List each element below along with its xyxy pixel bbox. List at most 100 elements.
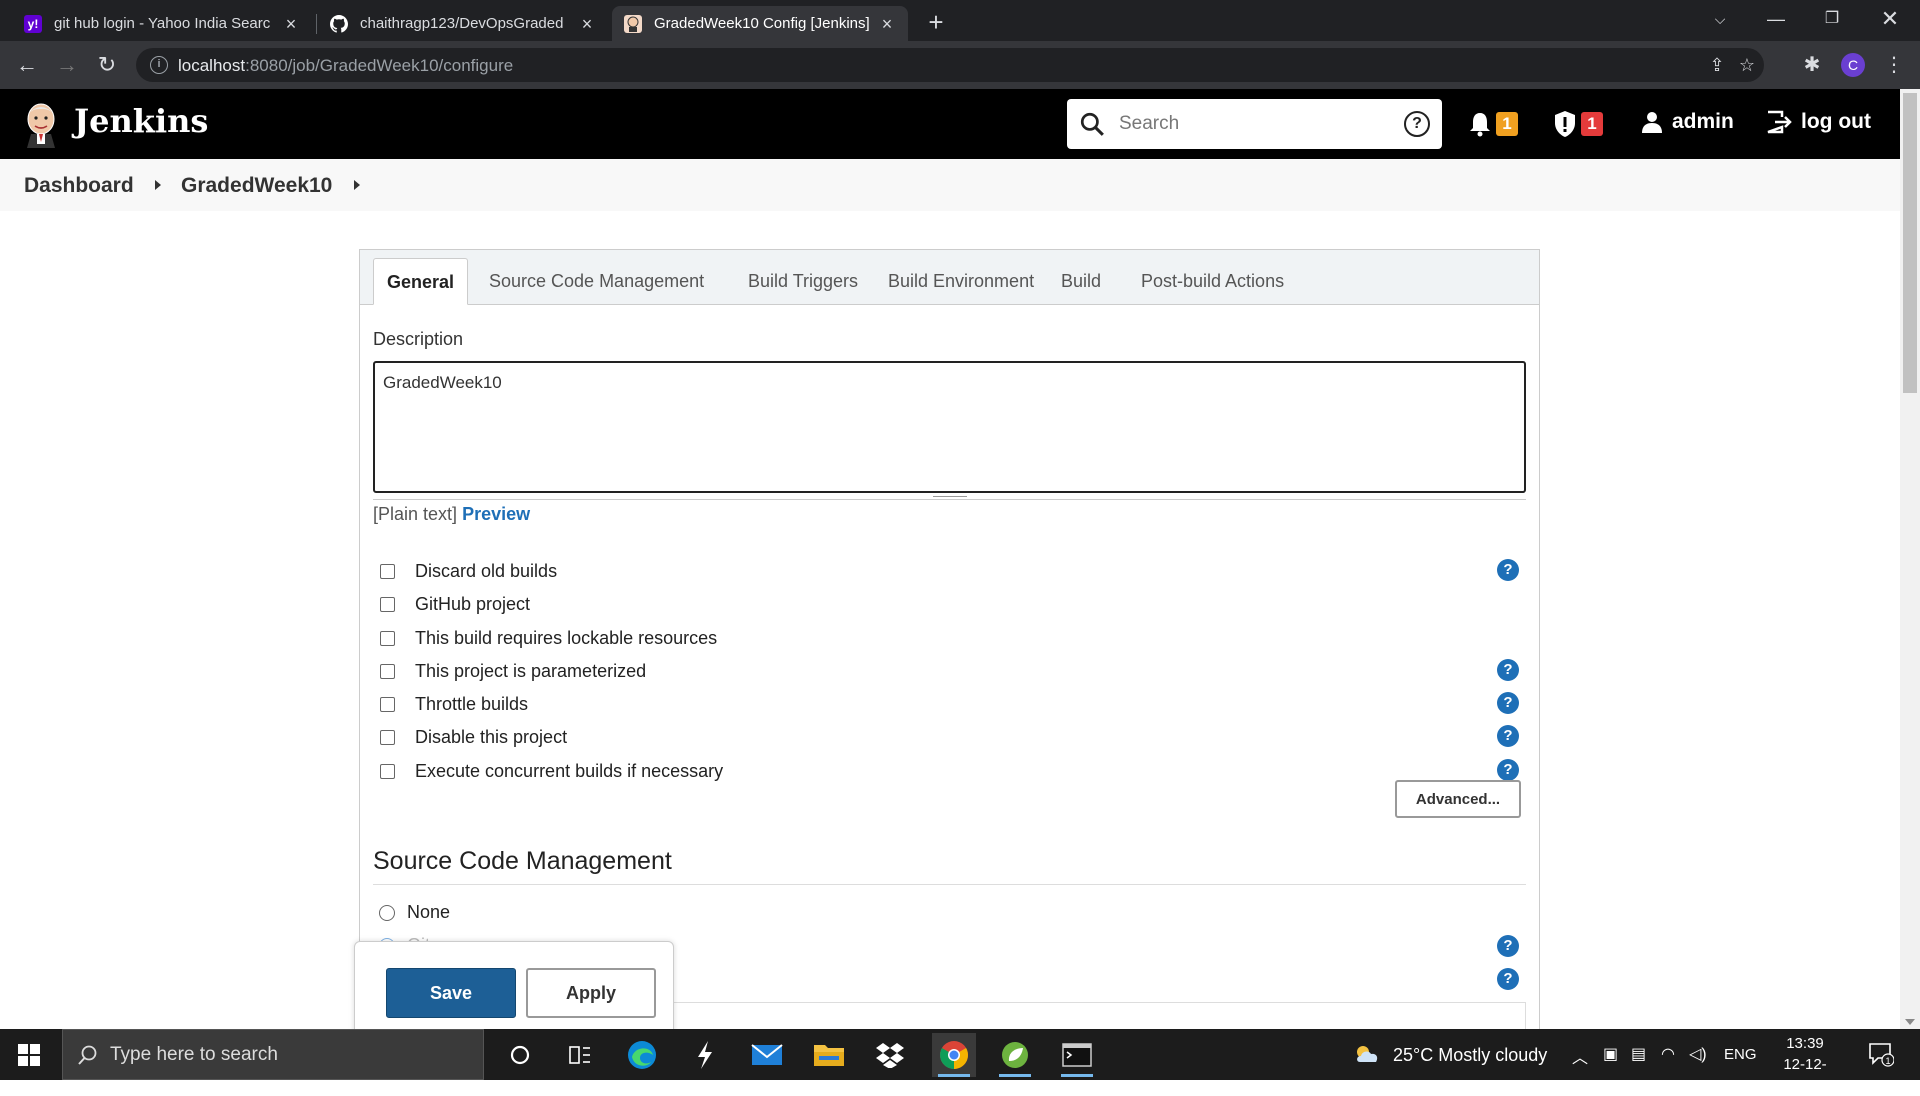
option-parameterized[interactable]: This project is parameterized: [380, 659, 646, 683]
back-arrow-icon[interactable]: ←: [13, 51, 41, 79]
option-concurrent-builds[interactable]: Execute concurrent builds if necessary: [380, 759, 723, 783]
tab-general[interactable]: General: [373, 258, 469, 305]
browser-tab-yahoo[interactable]: y! git hub login - Yahoo India Searc ×: [12, 6, 312, 41]
windows-start-icon[interactable]: [18, 1044, 40, 1066]
forward-arrow-icon[interactable]: →: [53, 51, 81, 79]
checkbox[interactable]: [380, 563, 395, 579]
jenkins-search-input[interactable]: [1119, 111, 1389, 137]
scrollbar-thumb[interactable]: [1903, 93, 1917, 393]
address-bar[interactable]: i localhost:8080/job/GradedWeek10/config…: [136, 48, 1764, 82]
help-question-icon[interactable]: ?: [1497, 759, 1519, 781]
restore-icon[interactable]: ❐: [1804, 0, 1860, 41]
option-throttle-builds[interactable]: Throttle builds: [380, 692, 528, 716]
apply-button[interactable]: Apply: [526, 968, 656, 1018]
checkbox[interactable]: [380, 763, 395, 779]
volume-icon[interactable]: ◁): [1689, 1044, 1707, 1064]
taskbar-clock[interactable]: 13:39 12-12-2021: [1770, 1033, 1840, 1096]
breadcrumb-dashboard[interactable]: Dashboard: [24, 174, 134, 198]
help-question-icon[interactable]: ?: [1497, 659, 1519, 681]
option-disable-project[interactable]: Disable this project: [380, 725, 567, 749]
user-menu[interactable]: admin: [1640, 110, 1734, 134]
weather-text: 25°C Mostly cloudy: [1393, 1045, 1548, 1065]
option-lockable-resources[interactable]: This build requires lockable resources: [380, 626, 717, 650]
meet-now-icon[interactable]: ▣: [1603, 1044, 1618, 1064]
share-icon[interactable]: ⇪: [1706, 54, 1728, 76]
browser-tab-jenkins[interactable]: GradedWeek10 Config [Jenkins] ×: [612, 6, 908, 41]
bookmark-star-icon[interactable]: ☆: [1736, 54, 1758, 76]
network-adapter-icon[interactable]: ▤: [1631, 1044, 1646, 1064]
tab-build[interactable]: Build: [1048, 258, 1114, 305]
checkbox[interactable]: [380, 663, 395, 679]
svg-text:1: 1: [1885, 1056, 1890, 1066]
tab-title: git hub login - Yahoo India Searc: [54, 15, 271, 32]
mail-icon[interactable]: [745, 1033, 789, 1077]
profile-avatar[interactable]: C: [1841, 53, 1865, 77]
site-info-icon[interactable]: i: [150, 56, 168, 74]
terminal-icon[interactable]: [1055, 1033, 1099, 1077]
wifi-icon[interactable]: ◠: [1661, 1044, 1675, 1064]
action-center-icon[interactable]: 1: [1868, 1041, 1895, 1072]
tab-search-chevron-icon[interactable]: ⌵: [1692, 0, 1748, 41]
option-label: Execute concurrent builds if necessary: [415, 760, 724, 781]
breadcrumb-job[interactable]: GradedWeek10: [181, 174, 332, 198]
language-indicator[interactable]: ENG: [1724, 1046, 1757, 1063]
reload-icon[interactable]: ↻: [93, 51, 121, 79]
minimize-icon[interactable]: —: [1748, 0, 1804, 41]
extensions-puzzle-icon[interactable]: ✱: [1798, 51, 1826, 79]
notifications-button[interactable]: 1: [1468, 109, 1518, 139]
new-tab-plus-icon[interactable]: +: [922, 9, 950, 37]
chrome-icon[interactable]: [932, 1033, 976, 1077]
weather-widget[interactable]: 25°C Mostly cloudy: [1354, 1044, 1547, 1066]
jenkins-title[interactable]: Jenkins: [74, 102, 208, 140]
close-icon[interactable]: ×: [282, 15, 300, 33]
file-explorer-icon[interactable]: [807, 1033, 851, 1077]
scroll-down-arrow-icon[interactable]: [1905, 1019, 1915, 1025]
checkbox[interactable]: [380, 696, 395, 712]
chrome-menu-icon[interactable]: ⋮: [1880, 51, 1908, 79]
scm-option-none[interactable]: None: [379, 902, 450, 923]
close-icon[interactable]: ×: [578, 15, 596, 33]
option-github-project[interactable]: GitHub project: [380, 592, 530, 616]
tab-title: GradedWeek10 Config [Jenkins]: [654, 15, 870, 32]
option-label: GitHub project: [415, 593, 531, 614]
cortana-icon[interactable]: [498, 1033, 542, 1077]
task-view-icon[interactable]: [558, 1033, 602, 1077]
tab-build-triggers[interactable]: Build Triggers: [735, 258, 871, 305]
breadcrumb-chevron-icon[interactable]: [354, 180, 360, 190]
notifications-badge: 1: [1496, 112, 1518, 136]
checkbox[interactable]: [380, 596, 395, 612]
checkbox[interactable]: [380, 729, 395, 745]
help-question-icon[interactable]: ?: [1497, 935, 1519, 957]
tray-overflow-chevron-icon[interactable]: ︿: [1572, 1044, 1588, 1068]
url-path: :8080/job/GradedWeek10/configure: [245, 56, 514, 75]
jenkins-header: Jenkins ? 1 1 admin log out: [0, 89, 1900, 159]
advanced-button[interactable]: Advanced...: [1395, 780, 1521, 818]
save-button[interactable]: Save: [386, 968, 516, 1018]
spring-tool-suite-icon[interactable]: [993, 1033, 1037, 1077]
radio-button[interactable]: [379, 904, 395, 921]
sourcetree-icon[interactable]: [683, 1033, 727, 1077]
logout-link[interactable]: log out: [1765, 110, 1871, 134]
edge-browser-icon[interactable]: [620, 1033, 664, 1077]
tab-source-code-management[interactable]: Source Code Management: [476, 258, 717, 305]
breadcrumb-chevron-icon[interactable]: [155, 180, 161, 190]
help-question-icon[interactable]: ?: [1497, 725, 1519, 747]
help-question-icon[interactable]: ?: [1497, 968, 1519, 990]
dropbox-icon[interactable]: [868, 1033, 912, 1077]
jenkins-logo-icon[interactable]: [22, 100, 60, 148]
window-close-icon[interactable]: ✕: [1862, 0, 1918, 41]
checkbox[interactable]: [380, 630, 395, 646]
help-question-icon[interactable]: ?: [1497, 559, 1519, 581]
tab-build-environment[interactable]: Build Environment: [875, 258, 1047, 305]
help-circle-icon[interactable]: ?: [1404, 111, 1430, 137]
preview-link[interactable]: Preview: [462, 504, 530, 524]
close-icon[interactable]: ×: [878, 15, 896, 33]
option-discard-old-builds[interactable]: Discard old builds: [380, 559, 557, 583]
taskbar-search[interactable]: Type here to search: [62, 1029, 484, 1080]
security-button[interactable]: 1: [1553, 109, 1603, 139]
description-textarea[interactable]: GradedWeek10: [373, 361, 1526, 493]
page-scrollbar[interactable]: [1900, 89, 1920, 1029]
browser-tab-github[interactable]: chaithragp123/DevOpsGraded ×: [318, 6, 608, 41]
help-question-icon[interactable]: ?: [1497, 692, 1519, 714]
tab-post-build-actions[interactable]: Post-build Actions: [1128, 258, 1297, 305]
